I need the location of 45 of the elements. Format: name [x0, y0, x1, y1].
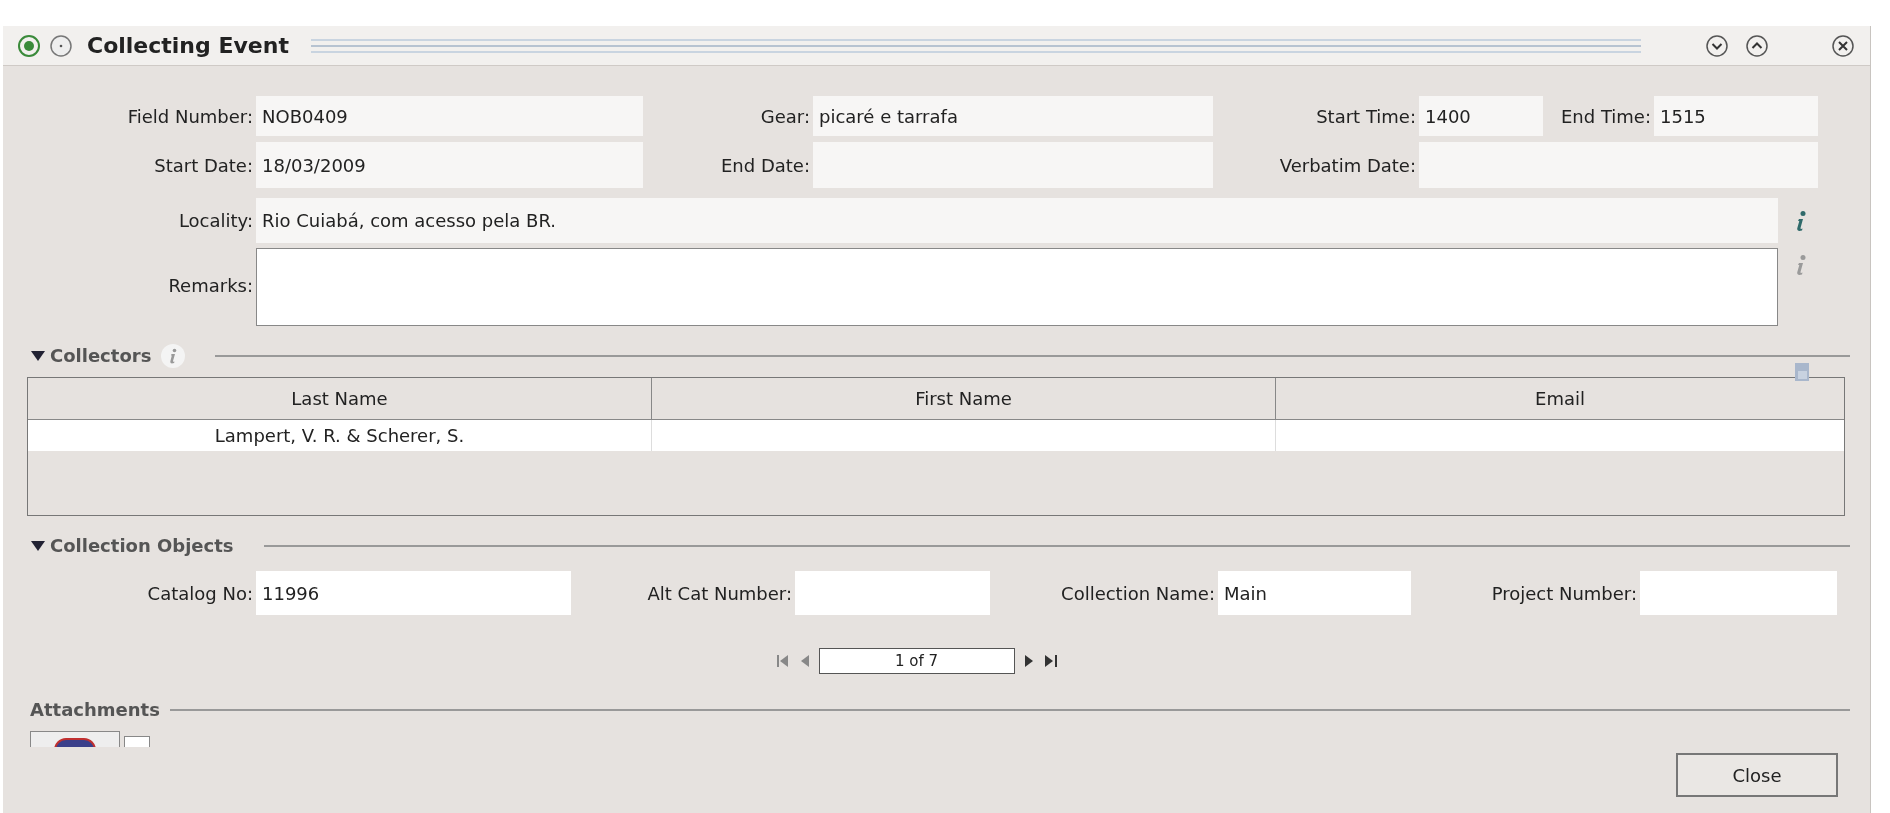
field-label: Field Number:	[126, 104, 254, 129]
input-field[interactable]: 18/03/2009	[256, 142, 643, 188]
section-title: Collection Objects	[50, 534, 234, 558]
input-field[interactable]: Rio Cuiabá, com acesso pela BR.	[256, 198, 1778, 243]
first-page-icon[interactable]	[774, 653, 791, 669]
input-field[interactable]	[1640, 571, 1837, 615]
field-label: Alt Cat Number:	[646, 581, 793, 606]
section-title: Attachments	[30, 698, 160, 722]
column-header[interactable]: Email	[1276, 378, 1844, 419]
table-cell: Lampert, V. R. & Scherer, S.	[28, 420, 652, 451]
close-button[interactable]: Close	[1676, 753, 1838, 797]
text-area[interactable]	[256, 248, 1778, 326]
field-label: Gear:	[759, 104, 811, 129]
field-label: Catalog No:	[146, 581, 254, 606]
app-logo-icon	[17, 33, 41, 58]
next-page-icon[interactable]	[1022, 653, 1035, 669]
field-label: Verbatim Date:	[1278, 153, 1417, 178]
section-title: Collectors	[50, 344, 152, 368]
field-label: End Date:	[720, 153, 811, 178]
collapse-icon[interactable]	[1704, 32, 1730, 59]
input-field[interactable]: picaré e tarrafa	[813, 96, 1213, 136]
info-icon[interactable]	[1794, 209, 1808, 232]
field-label: End Time:	[1559, 104, 1652, 129]
window-title: Collecting Event	[87, 32, 289, 60]
last-page-icon[interactable]	[1042, 653, 1059, 669]
field-label: Collection Name:	[1060, 581, 1216, 606]
info-icon[interactable]	[161, 343, 186, 368]
info-icon[interactable]	[1794, 254, 1808, 276]
input-field[interactable]	[795, 571, 990, 615]
column-header[interactable]: Last Name	[28, 378, 652, 419]
field-label: Start Time:	[1315, 104, 1417, 129]
field-label: Remarks:	[167, 274, 254, 298]
page-field[interactable]: 1 of 7	[818, 648, 1015, 674]
input-field[interactable]: Main	[1218, 571, 1411, 615]
field-label: Start Date:	[153, 153, 254, 178]
field-label: Locality:	[177, 209, 254, 233]
input-field[interactable]: 1400	[1419, 96, 1543, 136]
input-field[interactable]: 1515	[1654, 96, 1818, 136]
menu-circle-icon[interactable]	[49, 33, 73, 58]
column-header[interactable]: First Name	[652, 378, 1276, 419]
input-field[interactable]: 11996	[256, 571, 571, 615]
input-field[interactable]: NOB0409	[256, 96, 643, 136]
field-label: Project Number:	[1490, 581, 1638, 606]
expand-icon[interactable]	[1744, 32, 1770, 59]
close-icon[interactable]	[1830, 32, 1856, 59]
